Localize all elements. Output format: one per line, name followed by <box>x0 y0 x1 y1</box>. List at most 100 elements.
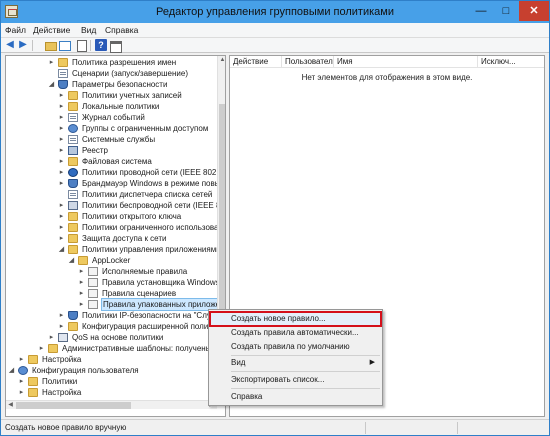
expand-arrow-icon[interactable]: ▸ <box>18 376 25 387</box>
tree-node-label: Настройка <box>42 388 82 397</box>
scroll-thumb[interactable] <box>16 402 131 409</box>
expand-arrow-icon[interactable]: ▸ <box>58 222 65 233</box>
menu-item-auto-generate-rules[interactable]: Создать правила автоматически... <box>211 327 380 339</box>
expand-arrow-icon[interactable]: ▸ <box>58 90 65 101</box>
menu-item-create-new-rule[interactable]: Создать новое правило... <box>209 311 382 327</box>
column-header: Действие Пользователь Имя Исключ... <box>230 56 544 68</box>
expand-arrow-icon[interactable]: ▸ <box>58 112 65 123</box>
export-list-icon[interactable] <box>75 39 87 52</box>
expand-arrow-icon[interactable]: ▸ <box>78 277 85 288</box>
collapse-arrow-icon[interactable]: ◢ <box>8 365 15 376</box>
tree-node-label: Защита доступа к сети <box>82 234 167 243</box>
expand-arrow-icon[interactable]: ▸ <box>78 266 85 277</box>
menu-item-create-default-rules[interactable]: Создать правила по умолчанию <box>211 341 380 353</box>
expand-arrow-icon[interactable]: ▸ <box>78 299 85 310</box>
tree-node-label: Локальные политики <box>82 102 160 111</box>
tree-node-label: Правила упакованных приложе <box>100 298 223 311</box>
collapse-arrow-icon[interactable]: ◢ <box>68 255 75 266</box>
menu-item-view[interactable]: Вид ▶ <box>211 357 380 369</box>
scroll-up-icon[interactable]: ▲ <box>218 56 225 64</box>
folder-icon <box>28 355 38 364</box>
expand-arrow-icon[interactable]: ▸ <box>58 233 65 244</box>
expand-arrow-icon[interactable]: ▸ <box>48 332 55 343</box>
expand-arrow-icon[interactable]: ▸ <box>18 354 25 365</box>
column-action[interactable]: Действие <box>230 56 282 68</box>
minimize-button[interactable]: — <box>468 1 494 21</box>
menu-file[interactable]: Файл <box>5 25 26 35</box>
context-menu: Создать новое правило... Создать правила… <box>208 309 383 406</box>
action-pane-icon[interactable] <box>109 39 122 53</box>
tree-node-label: Правила установщика Windows <box>102 278 220 287</box>
up-folder-icon[interactable] <box>44 39 57 51</box>
scroll-left-icon[interactable]: ◀ <box>6 401 15 410</box>
forward-arrow-icon[interactable]: ▶ <box>17 39 29 51</box>
maximize-button[interactable]: □ <box>493 1 519 21</box>
help-icon[interactable]: ? <box>95 39 107 51</box>
column-user[interactable]: Пользователь <box>282 56 334 68</box>
tree-node-label: Конфигурация расширенной полит <box>82 322 212 331</box>
expand-arrow-icon[interactable]: ▸ <box>58 178 65 189</box>
menu-action[interactable]: Действие <box>33 25 70 35</box>
expand-arrow-icon[interactable]: ▸ <box>78 288 85 299</box>
expand-arrow-icon[interactable]: ▸ <box>58 310 65 321</box>
tree-node-label: Политики диспетчера списка сетей <box>82 190 213 199</box>
expand-arrow-icon[interactable]: ▸ <box>58 167 65 178</box>
tree-node-label: Параметры безопасности <box>72 80 168 89</box>
applocker-icon <box>78 256 88 265</box>
column-name[interactable]: Имя <box>334 56 478 68</box>
show-tree-icon[interactable] <box>58 39 71 51</box>
collapse-arrow-icon[interactable]: ◢ <box>58 244 65 255</box>
tree-node-label: QoS на основе политики <box>72 333 164 342</box>
rule-icon <box>88 278 98 287</box>
folder-icon <box>48 344 58 353</box>
status-divider <box>457 422 458 434</box>
tree-node-label: Исполняемые правила <box>102 267 188 276</box>
status-divider <box>365 422 366 434</box>
expand-arrow-icon[interactable]: ▸ <box>58 211 65 222</box>
expand-arrow-icon[interactable]: ▸ <box>58 123 65 134</box>
tree-node-label: Правила сценариев <box>102 289 177 298</box>
rule-icon <box>88 300 98 309</box>
user-icon <box>18 366 28 375</box>
registry-icon <box>68 146 78 155</box>
expand-arrow-icon[interactable]: ▸ <box>18 387 25 398</box>
menu-item-export-list[interactable]: Экспортировать список... <box>211 374 380 386</box>
tree-node-label: Политики ограниченного использова <box>82 223 219 232</box>
expand-arrow-icon[interactable]: ▸ <box>58 321 65 332</box>
menu-item-label: Вид <box>231 358 246 367</box>
folder-icon <box>68 322 78 331</box>
expand-arrow-icon[interactable]: ▸ <box>58 101 65 112</box>
menu-item-help[interactable]: Справка <box>211 391 380 403</box>
expand-arrow-icon[interactable]: ▸ <box>58 200 65 211</box>
rule-icon <box>88 267 98 276</box>
gpo-editor-window: Редактор управления групповыми политикам… <box>0 0 550 436</box>
expand-arrow-icon[interactable]: ▸ <box>58 145 65 156</box>
gear-icon <box>68 135 78 144</box>
empty-list-message: Нет элементов для отображения в этом вид… <box>301 73 473 82</box>
close-button[interactable]: ✕ <box>519 1 549 21</box>
tree-node-label: AppLocker <box>92 256 131 265</box>
menu-view[interactable]: Вид <box>81 25 96 35</box>
chart-icon <box>58 333 68 342</box>
wifi-icon <box>68 201 78 210</box>
folder-icon <box>68 157 78 166</box>
tree-horizontal-scrollbar[interactable]: ◀ ▶ <box>6 400 217 409</box>
expand-arrow-icon[interactable]: ▸ <box>58 156 65 167</box>
tree-node-label: Политики управления приложениями <box>82 245 221 254</box>
tree-node-label: Политики беспроводной сети (IEEE 802 <box>82 201 226 210</box>
expand-arrow-icon[interactable]: ▸ <box>38 343 45 354</box>
expand-arrow-icon[interactable]: ▸ <box>58 134 65 145</box>
tree-node-label: Сценарии (запуск/завершение) <box>72 69 188 78</box>
expand-arrow-icon[interactable]: ▸ <box>48 57 55 68</box>
tree-node-label: Политики открытого ключа <box>82 212 182 221</box>
scroll-thumb[interactable] <box>219 104 225 326</box>
menu-separator <box>231 355 380 356</box>
menu-help[interactable]: Справка <box>105 25 138 35</box>
back-arrow-icon[interactable]: ◀ <box>4 39 16 51</box>
column-exceptions[interactable]: Исключ... <box>478 56 544 68</box>
folder-icon <box>28 388 38 397</box>
shield-icon <box>58 80 68 89</box>
tree-node-label: Журнал событий <box>82 113 145 122</box>
collapse-arrow-icon[interactable]: ◢ <box>48 79 55 90</box>
status-text: Создать новое правило вручную <box>5 423 127 432</box>
